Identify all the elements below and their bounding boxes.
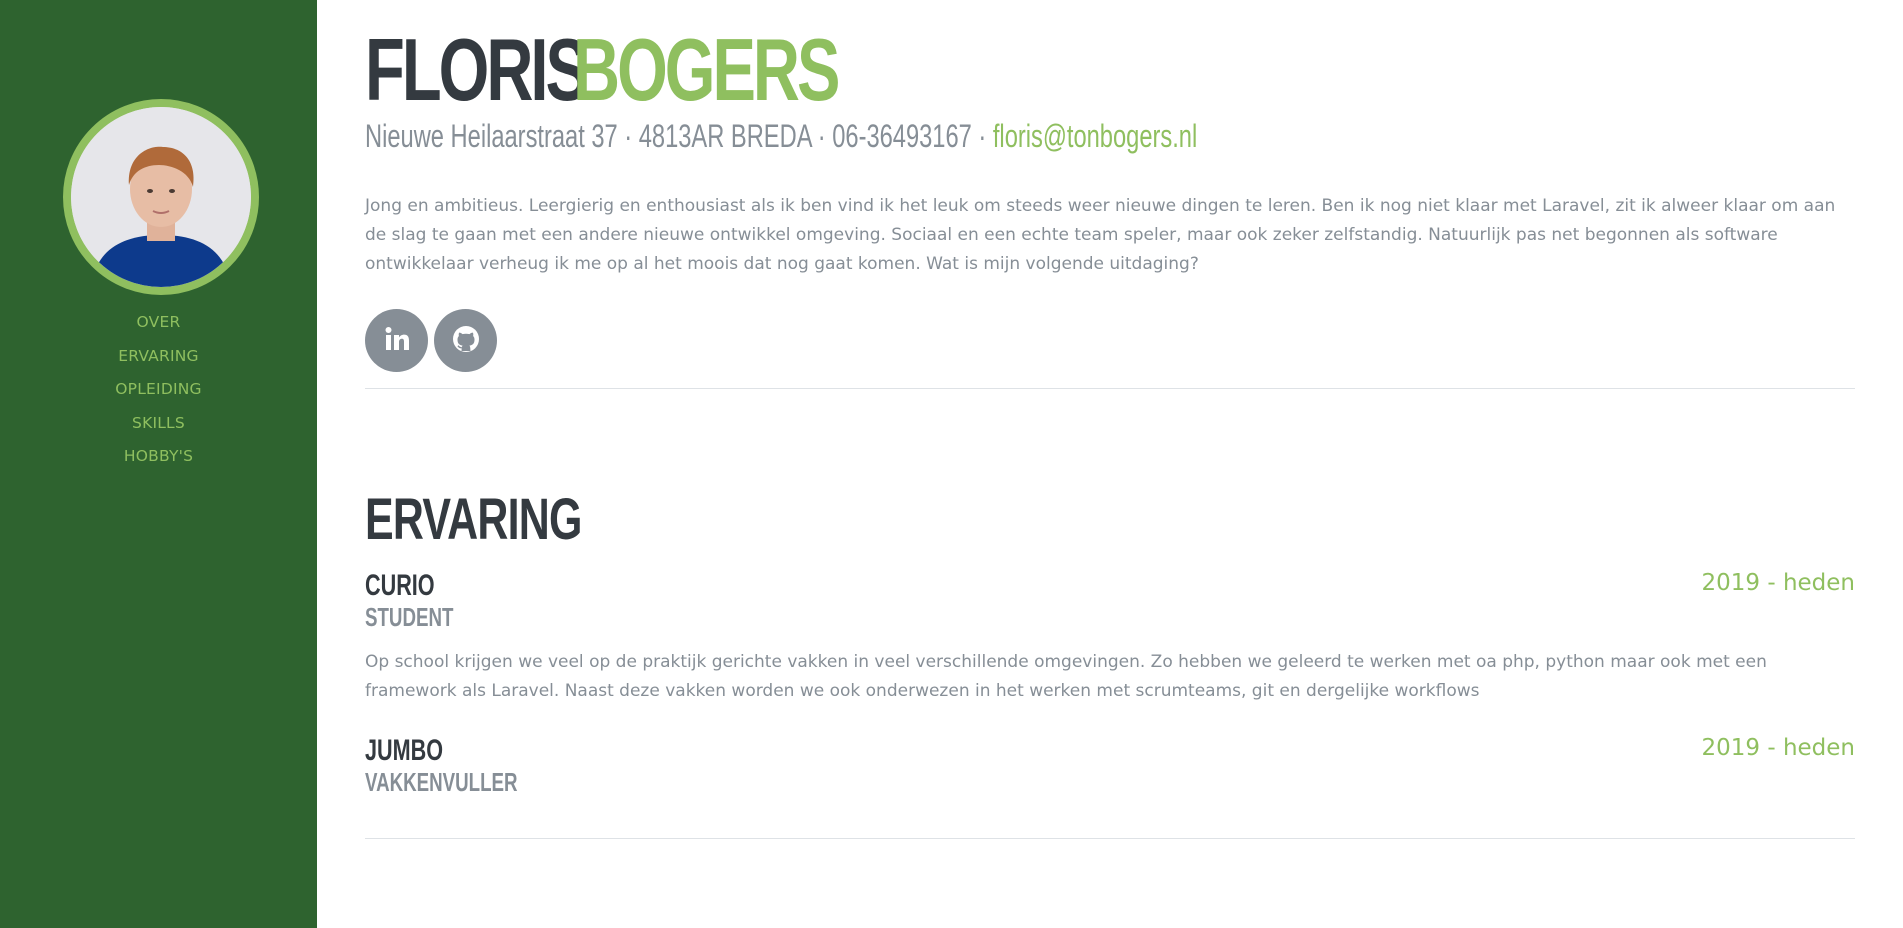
email-link[interactable]: floris@tonbogers.nl xyxy=(993,118,1197,154)
nav-item-skills[interactable]: SKILLS xyxy=(132,414,185,432)
intro-text: Jong en ambitieus. Leergierig en enthous… xyxy=(365,196,1836,274)
section-divider xyxy=(365,388,1855,389)
contact-info: Nieuwe Heilaarstraat 37 · 4813AR BREDA ·… xyxy=(365,116,1197,156)
sidebar: OVER ERVARING OPLEIDING SKILLS HOBBY'S xyxy=(0,0,317,928)
nav-item-hobbys[interactable]: HOBBY'S xyxy=(124,447,193,465)
job-company: CURIO xyxy=(365,569,435,602)
job-period: 2019 - heden xyxy=(1701,735,1855,761)
page-title: FLORISBOGERS xyxy=(365,26,930,114)
last-name: BOGERS xyxy=(572,20,840,119)
job-role: STUDENT xyxy=(365,602,454,632)
job-company: JUMBO xyxy=(365,734,444,767)
section-title-ervaring: ERVARING xyxy=(365,487,582,552)
profile-photo xyxy=(63,99,259,295)
job-role: VAKKENVULLER xyxy=(365,767,518,797)
main-content: FLORISBOGERS Nieuwe Heilaarstraat 37 · 4… xyxy=(365,0,1855,928)
nav-item-ervaring[interactable]: ERVARING xyxy=(118,347,198,365)
job-period: 2019 - heden xyxy=(1701,570,1855,596)
section-divider xyxy=(365,838,1855,839)
linkedin-icon xyxy=(383,325,411,357)
job-entry: JUMBO VAKKENVULLER 2019 - heden xyxy=(365,734,1855,798)
social-links xyxy=(365,309,497,372)
job-entry: CURIO STUDENT 2019 - heden Op school kri… xyxy=(365,570,1855,706)
github-button[interactable] xyxy=(434,309,497,372)
linkedin-button[interactable] xyxy=(365,309,428,372)
nav-item-opleiding[interactable]: OPLEIDING xyxy=(115,380,201,398)
job-description: Op school krijgen we veel op de praktijk… xyxy=(365,652,1767,701)
first-name: FLORIS xyxy=(365,20,589,119)
github-icon xyxy=(451,324,481,358)
address-text: Nieuwe Heilaarstraat 37 · 4813AR BREDA ·… xyxy=(365,118,987,154)
nav-item-over[interactable]: OVER xyxy=(137,313,181,331)
sidebar-nav: OVER ERVARING OPLEIDING SKILLS HOBBY'S xyxy=(0,308,317,476)
